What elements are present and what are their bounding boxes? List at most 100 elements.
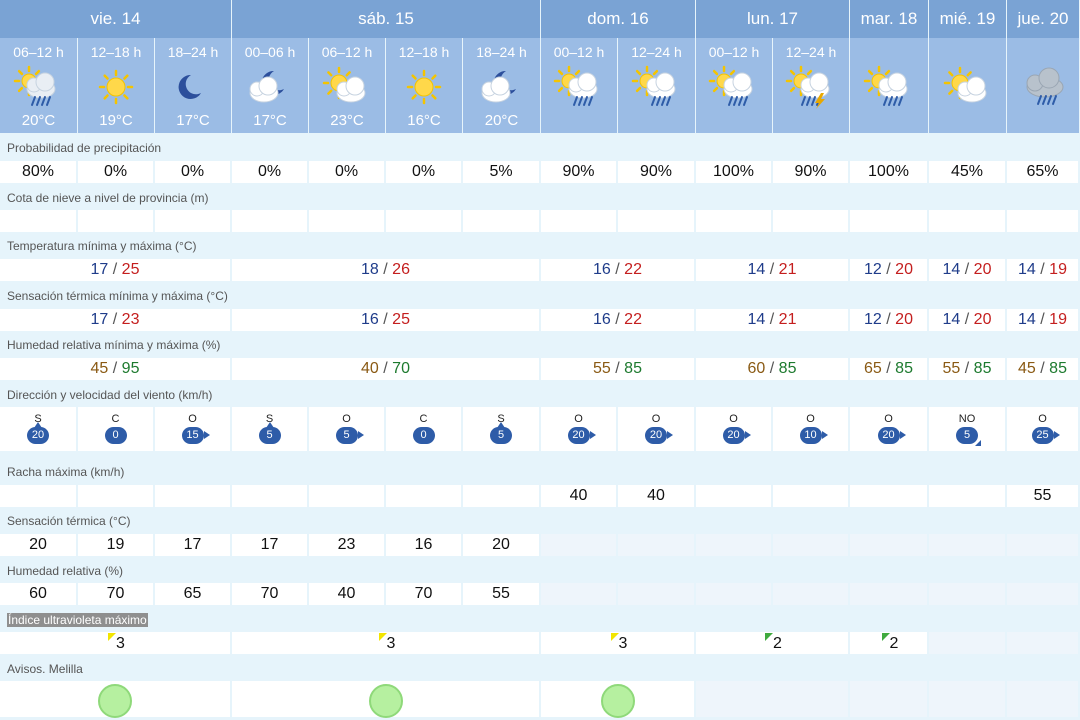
wind-speed-badge: 20	[722, 427, 745, 444]
section-label-text: Probabilidad de precipitación	[7, 141, 162, 155]
separator: /	[383, 360, 388, 377]
min-value: 17	[90, 311, 109, 328]
feels-cell: 20	[0, 534, 76, 556]
slot-period: 12–24 h	[785, 44, 837, 60]
humidity-cell	[541, 583, 616, 605]
gust-cell: 55	[1007, 485, 1078, 507]
section-label: Racha máxima (km/h)	[7, 462, 124, 482]
uv-value: 3	[618, 635, 628, 652]
humidity-cell: 40	[309, 583, 384, 605]
sun-icon	[394, 65, 454, 109]
max-value: 85	[973, 360, 992, 377]
precip-cell: 0%	[386, 161, 461, 183]
sun-cloud-icon	[938, 65, 998, 109]
separator: /	[769, 311, 775, 328]
separator: /	[383, 261, 388, 278]
wind-cell: O 20	[618, 407, 694, 451]
uv-cell: 3	[0, 632, 230, 654]
humidity-cell: 70	[386, 583, 461, 605]
day-header: lun. 17	[696, 0, 849, 38]
temp-minmax-cell: 12 / 20	[850, 259, 927, 281]
gust-cell	[773, 485, 848, 507]
humidity-cell	[850, 583, 927, 605]
feels-cell: 23	[309, 534, 384, 556]
gust-cell	[309, 485, 384, 507]
wind-cell: C0	[78, 407, 153, 451]
separator: /	[964, 311, 970, 328]
time-slot: 12–18 h 16°C	[386, 38, 462, 133]
humidity-cell: 55	[463, 583, 539, 605]
gust-cell	[78, 485, 153, 507]
separator: /	[886, 261, 891, 278]
humidity-cell	[618, 583, 694, 605]
wind-speed-badge: 10	[799, 427, 822, 444]
separator: /	[112, 311, 118, 328]
alert-cell	[1007, 681, 1078, 717]
uv-cell: 3	[541, 632, 694, 654]
min-value: 16	[593, 311, 611, 328]
section-label: Humedad relativa (%)	[7, 561, 123, 581]
separator: /	[615, 311, 620, 328]
section-label: Sensación térmica mínima y máxima (°C)	[7, 286, 228, 306]
max-value: 23	[121, 311, 140, 328]
feels-cell	[773, 534, 848, 556]
gust-cell	[929, 485, 1005, 507]
wind-arrow-icon	[899, 431, 906, 439]
slot-temperature: 16°C	[407, 112, 441, 129]
sun-cloud-rain-icon	[704, 65, 764, 109]
wind-arrow-icon	[1053, 431, 1060, 439]
min-value: 55	[942, 360, 961, 377]
slot-period: 12–24 h	[631, 44, 682, 60]
feels-minmax-cell: 14 / 19	[1007, 309, 1078, 331]
sun-storm-icon	[781, 65, 841, 109]
max-value: 85	[778, 360, 797, 377]
section-label: Índice ultravioleta máximo	[7, 610, 148, 630]
uv-flag-icon	[378, 633, 387, 641]
max-value: 85	[895, 360, 913, 377]
wind-arrow-icon	[589, 431, 596, 439]
day-header: jue. 20	[1007, 0, 1079, 38]
max-value: 19	[1049, 311, 1067, 328]
max-value: 21	[778, 311, 797, 328]
wind-speed-badge: 25	[1031, 427, 1054, 444]
uv-cell: 2	[850, 632, 927, 654]
section-label: Avisos. Melilla	[7, 659, 83, 679]
precip-cell: 5%	[463, 161, 539, 183]
section-label-text: Humedad relativa mínima y máxima (%)	[7, 338, 221, 352]
feels-minmax-cell: 14 / 21	[696, 309, 848, 331]
wind-arrow-icon	[203, 431, 210, 439]
slot-temperature: 17°C	[176, 112, 210, 129]
max-value: 25	[121, 261, 140, 278]
wind-arrow-icon	[357, 431, 364, 439]
slot-period: 18–24 h	[167, 44, 219, 60]
time-slot	[850, 38, 928, 133]
gust-cell: 40	[618, 485, 694, 507]
feels-minmax-cell: 12 / 20	[850, 309, 927, 331]
alert-green-icon[interactable]	[600, 684, 635, 718]
wind-cell: NO 5	[929, 407, 1005, 451]
max-value: 25	[392, 311, 410, 328]
snow-cell	[155, 210, 230, 232]
cloud-rain-icon	[1013, 65, 1073, 109]
precip-cell: 90%	[618, 161, 694, 183]
wind-speed-badge: 20	[645, 427, 667, 444]
gust-cell	[696, 485, 771, 507]
max-value: 20	[895, 311, 913, 328]
feels-minmax-cell: 14 / 20	[929, 309, 1005, 331]
max-value: 85	[624, 360, 642, 377]
gust-cell	[463, 485, 539, 507]
feels-cell	[1007, 534, 1078, 556]
separator: /	[112, 360, 118, 377]
min-value: 14	[942, 261, 961, 278]
sun-cloud-rain-icon	[859, 65, 919, 109]
cloud-rain-sun-icon	[9, 65, 69, 109]
section-label-text: Sensación térmica mínima y máxima (°C)	[7, 289, 228, 303]
humidity-cell	[929, 583, 1005, 605]
humidity-cell: 60	[0, 583, 76, 605]
slot-period: 12–18 h	[90, 44, 142, 60]
alert-green-icon[interactable]	[98, 684, 132, 718]
gust-cell	[0, 485, 76, 507]
alert-green-icon[interactable]	[368, 684, 403, 718]
slot-period: 06–12 h	[13, 44, 64, 60]
temp-minmax-cell: 17 / 25	[0, 259, 230, 281]
